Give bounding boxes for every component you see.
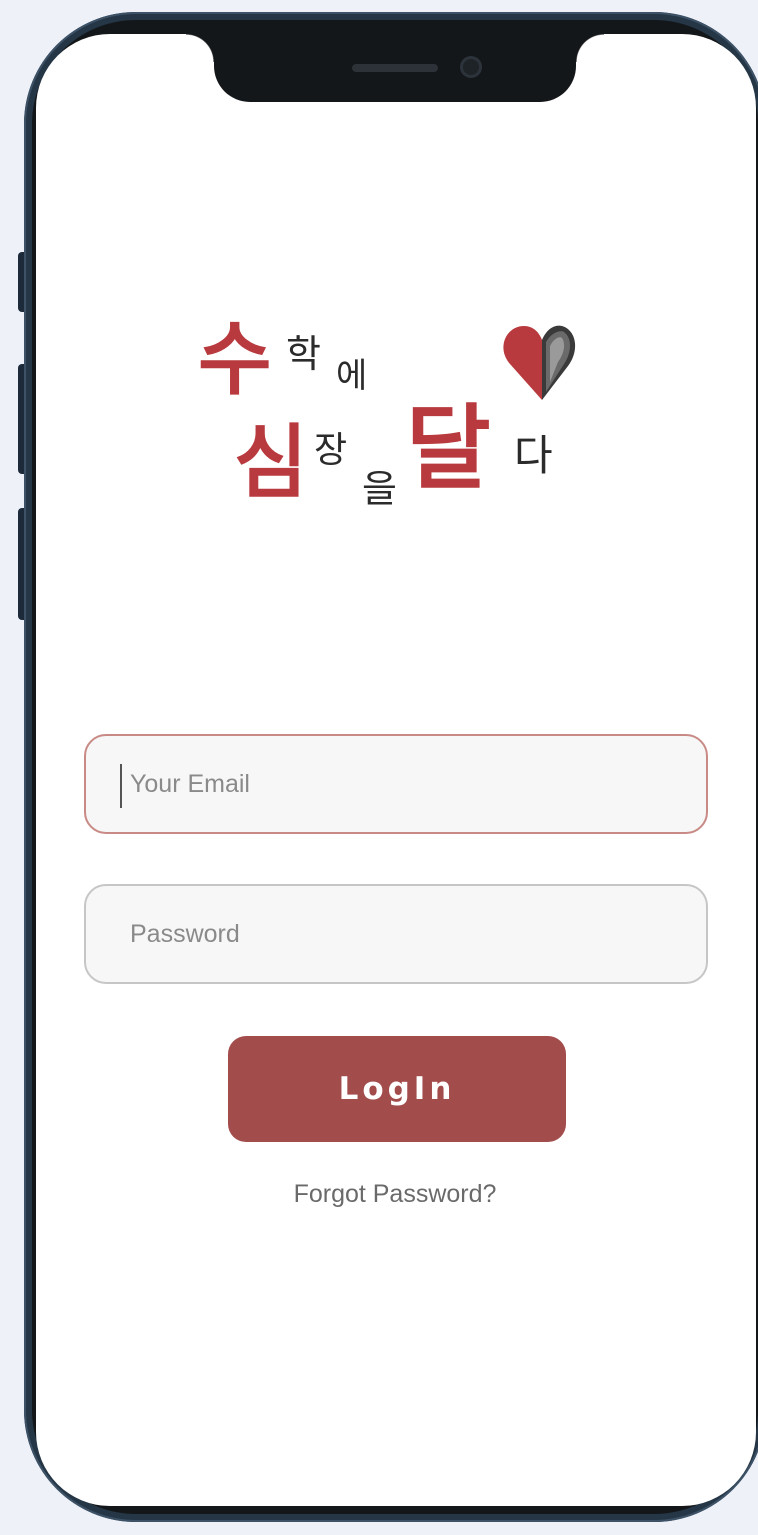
front-camera-icon xyxy=(460,56,482,78)
logo-char-hak: 학 xyxy=(286,332,321,376)
logo-char-e: 에 xyxy=(336,356,367,396)
forgot-password-link[interactable]: Forgot Password? xyxy=(0,1180,758,1209)
password-field[interactable] xyxy=(84,884,708,984)
text-cursor xyxy=(120,764,122,808)
password-input[interactable] xyxy=(86,886,706,982)
app-logo: 수 학 에 심 장 을 달 다 xyxy=(198,313,576,511)
login-button[interactable]: LogIn xyxy=(228,1036,566,1142)
speaker-grille xyxy=(352,64,438,72)
logo-char-jang: 장 xyxy=(314,430,347,471)
canvas: 수 학 에 심 장 을 달 다 LogIn Forgot Password? xyxy=(0,0,758,1535)
heart-icon xyxy=(503,325,576,400)
notch xyxy=(186,34,604,102)
logo-char-da: 다 xyxy=(514,431,553,480)
logo-char-su: 수 xyxy=(198,313,272,406)
logo-char-eul: 을 xyxy=(362,467,397,511)
email-field[interactable] xyxy=(84,734,708,834)
logo-char-sim: 심 xyxy=(234,416,308,509)
email-input[interactable] xyxy=(86,736,706,832)
logo-char-dal: 달 xyxy=(406,395,491,502)
